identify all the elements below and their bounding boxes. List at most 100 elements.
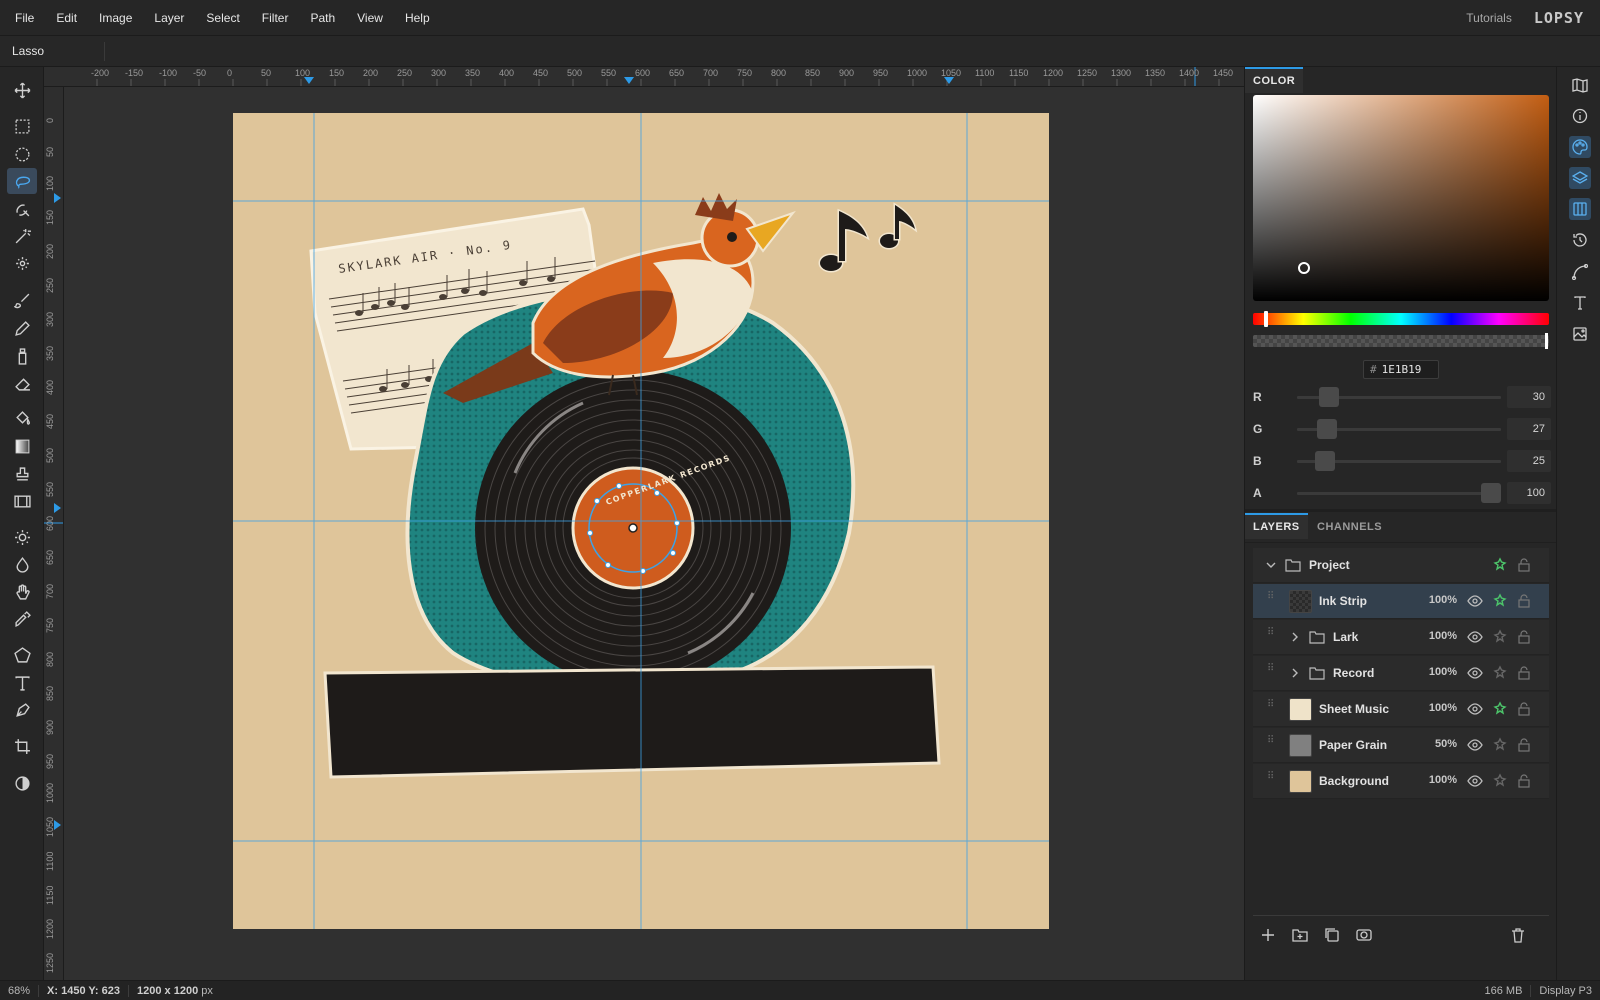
- fx-icon[interactable]: [1492, 701, 1508, 717]
- image-adjust-button[interactable]: [1569, 323, 1591, 345]
- tutorials-link[interactable]: Tutorials: [1466, 11, 1512, 25]
- fx-icon[interactable]: [1492, 665, 1508, 681]
- pen-tool[interactable]: [7, 697, 37, 723]
- eye-icon[interactable]: [1467, 629, 1483, 645]
- menu-item-path[interactable]: Path: [299, 0, 346, 36]
- fx-icon[interactable]: [1492, 737, 1508, 753]
- color-picker-cursor[interactable]: [1298, 262, 1310, 274]
- menu-item-select[interactable]: Select: [195, 0, 250, 36]
- lock-icon[interactable]: [1516, 629, 1532, 645]
- drag-handle-icon[interactable]: ⠿: [1267, 664, 1275, 680]
- eye-icon[interactable]: [1467, 737, 1483, 753]
- rect-marquee-tool[interactable]: [7, 113, 37, 139]
- menu-item-layer[interactable]: Layer: [143, 0, 195, 36]
- color-panel-button[interactable]: [1569, 136, 1591, 158]
- lock-icon[interactable]: [1516, 701, 1532, 717]
- layer-opacity[interactable]: 100%: [1423, 702, 1457, 714]
- paths-button[interactable]: [1569, 261, 1591, 283]
- paint-bucket-tool[interactable]: [7, 405, 37, 431]
- quick-select-tool[interactable]: [7, 196, 37, 222]
- color-profile[interactable]: Display P3: [1531, 985, 1600, 997]
- layer-name[interactable]: Lark: [1333, 630, 1358, 644]
- channel-slider-thumb[interactable]: [1481, 483, 1501, 503]
- info-button[interactable]: [1569, 105, 1591, 127]
- drag-handle-icon[interactable]: ⠿: [1267, 628, 1275, 644]
- horizontal-ruler[interactable]: -200 -150 -100 -50 0 50 100 150 200 250 300 350 400 4…: [44, 67, 1244, 87]
- layer-name[interactable]: Record: [1333, 666, 1374, 680]
- eye-icon[interactable]: [1467, 593, 1483, 609]
- alpha-slider[interactable]: [1253, 335, 1549, 347]
- layer-opacity[interactable]: 100%: [1423, 666, 1457, 678]
- trash-icon[interactable]: [1509, 926, 1527, 944]
- layer-opacity[interactable]: 100%: [1423, 774, 1457, 786]
- layer-thumbnail[interactable]: [1289, 698, 1312, 721]
- menu-item-image[interactable]: Image: [88, 0, 143, 36]
- channels-panel-button[interactable]: [1569, 198, 1591, 220]
- layer-group-project[interactable]: Project: [1253, 548, 1549, 583]
- hue-slider-handle[interactable]: [1264, 311, 1268, 327]
- menu-item-file[interactable]: File: [4, 0, 45, 36]
- tab-layers[interactable]: LAYERS: [1245, 513, 1308, 539]
- brush-tool[interactable]: [7, 287, 37, 313]
- layer-opacity[interactable]: 50%: [1423, 738, 1457, 750]
- workspace[interactable]: SKYLARK AIR · No. 9 COPPERLARK RECORDS: [64, 87, 1244, 980]
- tab-color[interactable]: COLOR: [1245, 67, 1304, 93]
- gradient-tool[interactable]: [7, 433, 37, 459]
- layer-thumbnail[interactable]: [1289, 590, 1312, 613]
- layer-opacity[interactable]: 100%: [1423, 630, 1457, 642]
- history-button[interactable]: [1569, 229, 1591, 251]
- ellipse-marquee-tool[interactable]: [7, 141, 37, 167]
- zoom-level[interactable]: 68%: [0, 985, 38, 997]
- text-tool[interactable]: [7, 670, 37, 696]
- contrast-tool[interactable]: [7, 770, 37, 796]
- mask-icon[interactable]: [1355, 926, 1373, 944]
- layer-row[interactable]: ⠿ Record 100%: [1253, 656, 1549, 691]
- eye-icon[interactable]: [1467, 773, 1483, 789]
- hex-input[interactable]: # 1E1B19: [1363, 360, 1439, 379]
- dodge-tool[interactable]: [7, 524, 37, 550]
- move-tool[interactable]: [7, 77, 37, 103]
- tab-channels[interactable]: CHANNELS: [1309, 515, 1390, 539]
- hand-tool[interactable]: [7, 579, 37, 605]
- eye-icon[interactable]: [1467, 665, 1483, 681]
- magic-wand-tool[interactable]: [7, 223, 37, 249]
- layer-name[interactable]: Paper Grain: [1319, 738, 1387, 752]
- vertical-ruler[interactable]: 0 50 100 150 200 250 300 350 400 450 500 550 600 650 7…: [44, 87, 64, 980]
- chevron-right-icon[interactable]: [1289, 667, 1301, 679]
- chevron-right-icon[interactable]: [1289, 631, 1301, 643]
- menu-item-help[interactable]: Help: [394, 0, 441, 36]
- channel-slider-thumb[interactable]: [1316, 419, 1337, 439]
- menu-item-view[interactable]: View: [346, 0, 394, 36]
- document-canvas[interactable]: SKYLARK AIR · No. 9 COPPERLARK RECORDS: [233, 113, 1049, 929]
- layer-thumbnail[interactable]: [1289, 734, 1312, 757]
- layers-panel-button[interactable]: [1569, 167, 1591, 189]
- saturation-value-picker[interactable]: [1253, 95, 1549, 301]
- chevron-down-icon[interactable]: [1265, 559, 1277, 571]
- burn-tool[interactable]: [7, 551, 37, 577]
- layer-name[interactable]: Project: [1309, 558, 1350, 572]
- eye-icon[interactable]: [1467, 701, 1483, 717]
- drag-handle-icon[interactable]: ⠿: [1267, 700, 1275, 716]
- channel-slider-thumb[interactable]: [1318, 387, 1339, 407]
- hue-slider[interactable]: [1253, 313, 1549, 325]
- channel-value[interactable]: 100: [1507, 482, 1551, 504]
- spot-heal-tool[interactable]: [7, 250, 37, 276]
- lock-icon[interactable]: [1516, 773, 1532, 789]
- crop-tool[interactable]: [7, 733, 37, 759]
- eyedropper-tool[interactable]: [7, 606, 37, 632]
- layer-opacity[interactable]: 100%: [1423, 594, 1457, 606]
- channel-slider-thumb[interactable]: [1315, 451, 1336, 471]
- pencil-tool[interactable]: [7, 315, 37, 341]
- lock-icon[interactable]: [1516, 593, 1532, 609]
- drag-handle-icon[interactable]: ⠿: [1267, 592, 1275, 608]
- fx-icon[interactable]: [1492, 557, 1508, 573]
- channel-value[interactable]: 25: [1507, 450, 1551, 472]
- lock-icon[interactable]: [1516, 665, 1532, 681]
- drag-handle-icon[interactable]: ⠿: [1267, 736, 1275, 752]
- layer-row[interactable]: ⠿ Paper Grain 50%: [1253, 728, 1549, 763]
- layer-thumbnail[interactable]: [1289, 770, 1312, 793]
- lock-icon[interactable]: [1516, 737, 1532, 753]
- layer-row[interactable]: ⠿ Sheet Music 100%: [1253, 692, 1549, 727]
- layer-row[interactable]: ⠿ Ink Strip 100%: [1253, 584, 1549, 619]
- channel-value[interactable]: 27: [1507, 418, 1551, 440]
